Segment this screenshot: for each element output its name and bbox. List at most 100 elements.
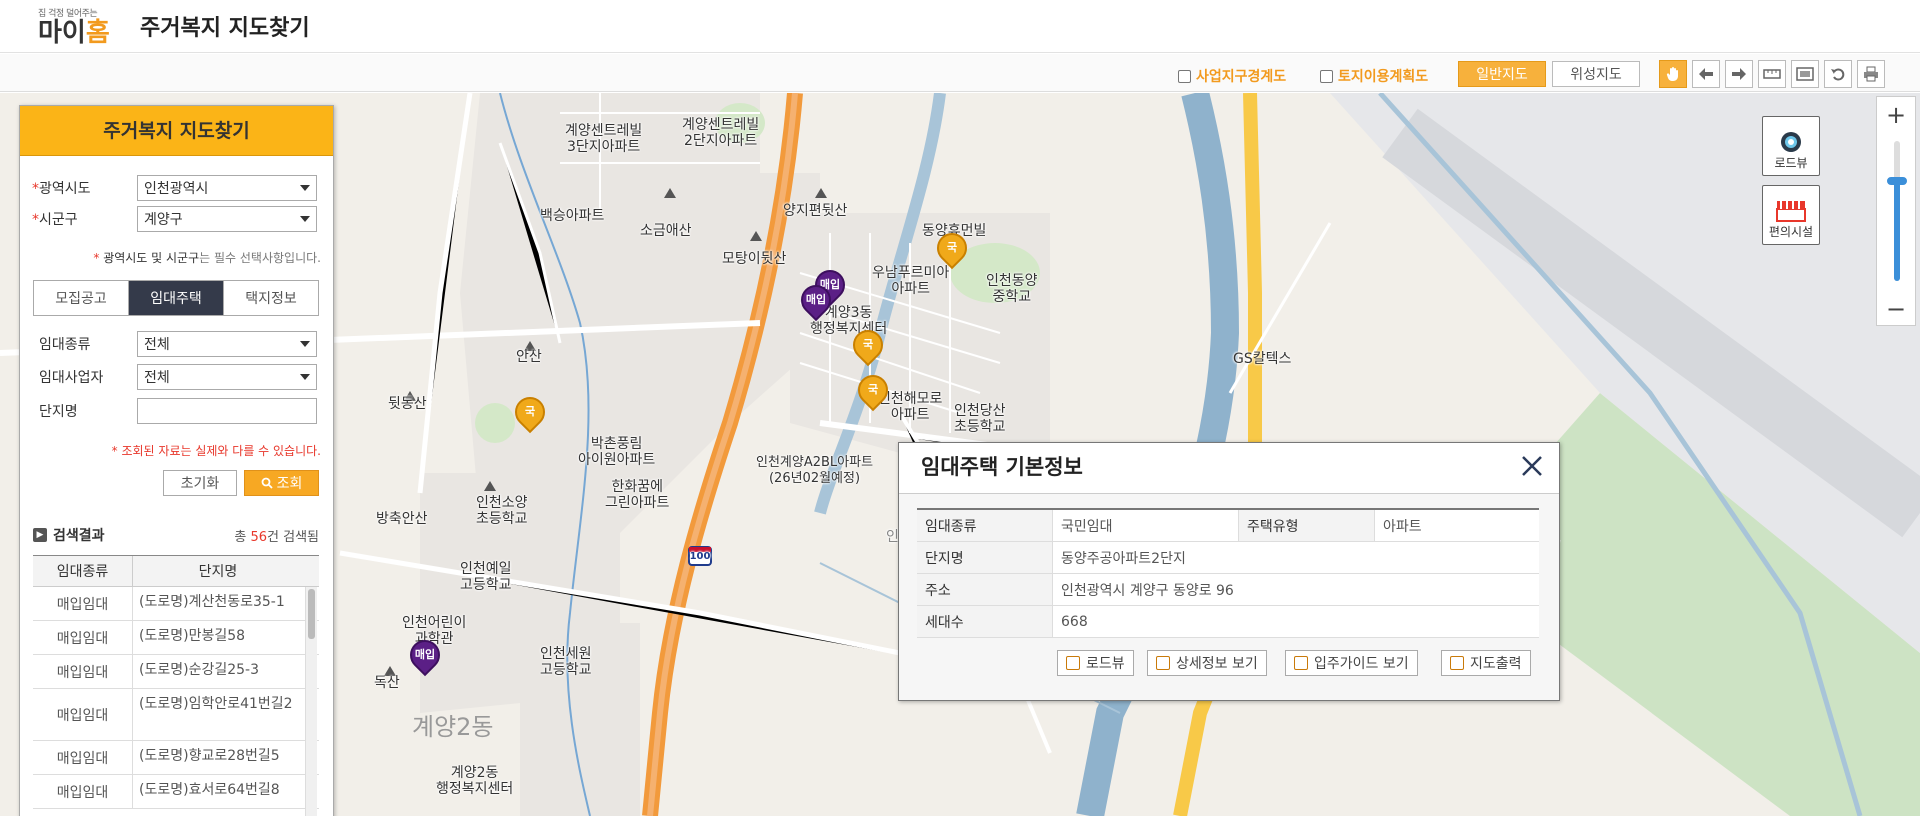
disclaimer-note: * 조회된 자료는 실제와 다를 수 있습니다. bbox=[111, 444, 321, 458]
map-label-incheon-yeil-high: 인천예일 고등학교 bbox=[460, 561, 512, 593]
rental-info-popup: 임대주택 기본정보 임대종류 국민임대 주택유형 아파트 단지명 동양주공아파트… bbox=[898, 442, 1560, 701]
tab-recruitment[interactable]: 모집공고 bbox=[34, 281, 129, 315]
info-value: 668 bbox=[1061, 613, 1088, 630]
popup-body: 임대종류 국민임대 주택유형 아파트 단지명 동양주공아파트2단지 주소 인천광… bbox=[899, 493, 1559, 700]
map-label-gs-caltex: GS칼텍스 bbox=[1233, 351, 1292, 367]
results-scrollbar[interactable] bbox=[305, 587, 317, 816]
info-label: 임대종류 bbox=[917, 510, 1053, 541]
reset-button[interactable]: 초기화 bbox=[163, 470, 237, 496]
roadview-popup-button[interactable]: 로드뷰 bbox=[1057, 650, 1134, 676]
myhome-logo[interactable]: 집 걱정 덜어주는 마이홈 bbox=[38, 4, 110, 48]
info-label: 주택유형 bbox=[1239, 510, 1375, 541]
rental-operator-select[interactable]: 전체 bbox=[137, 364, 317, 390]
district-row: *시군구 계양구 bbox=[32, 206, 327, 232]
arrow-right-icon[interactable] bbox=[1725, 60, 1753, 88]
zoom-slider-track[interactable] bbox=[1887, 141, 1907, 281]
map-label-dwitdongsan: 뒷동산 bbox=[388, 396, 427, 412]
zoom-out-button[interactable]: − bbox=[1877, 293, 1915, 325]
roadview-camera-icon bbox=[1781, 132, 1801, 152]
map-label-hanhwa-kkumui: 한화꿈에 그린아파트 bbox=[605, 479, 670, 511]
map-label-gyeyang-central-2: 계양센트레빌 2단지아파트 bbox=[682, 117, 760, 149]
column-header-complex-name: 단지명 bbox=[198, 564, 238, 580]
print-icon[interactable] bbox=[1857, 60, 1885, 88]
logo-tagline: 집 걱정 덜어주는 bbox=[38, 9, 98, 19]
checkbox-box[interactable] bbox=[1178, 69, 1191, 83]
map-label-incheon-dangsan-elem: 인천당산 초등학교 bbox=[954, 403, 1006, 435]
table-row[interactable]: 매입임대 (도로명)효서로64번길8 bbox=[33, 775, 319, 809]
table-row[interactable]: 매입임대 (도로명)향교로28번길5 bbox=[33, 741, 319, 775]
normal-map-button[interactable]: 일반지도 bbox=[1458, 61, 1546, 87]
chevron-down-icon bbox=[300, 374, 310, 380]
measure-area-icon[interactable] bbox=[1791, 60, 1819, 88]
satellite-map-button[interactable]: 위성지도 bbox=[1552, 61, 1640, 87]
complex-name-input[interactable] bbox=[137, 398, 317, 424]
store-icon bbox=[1776, 201, 1806, 222]
arrow-left-icon[interactable] bbox=[1692, 60, 1720, 88]
district-select[interactable]: 계양구 bbox=[137, 206, 317, 232]
panel-tabs: 모집공고 임대주택 택지정보 bbox=[33, 280, 319, 316]
region-select[interactable]: 인천광역시 bbox=[137, 175, 317, 201]
rental-marker-pin[interactable]: 국 bbox=[846, 323, 890, 367]
map-label-unamprimia: 우남푸르미아 아파트 bbox=[872, 265, 950, 297]
rental-type-select[interactable]: 전체 bbox=[137, 331, 317, 357]
table-row[interactable]: 매입임대 (도로명)순강길25-3 bbox=[33, 655, 319, 689]
detail-info-button[interactable]: 상세정보 보기 bbox=[1147, 650, 1267, 676]
chat-icon bbox=[1066, 656, 1080, 670]
hand-icon[interactable] bbox=[1659, 60, 1687, 88]
map-label-bakchon-pungrim: 박촌풍림 아이원아파트 bbox=[578, 436, 656, 468]
district-label: *시군구 bbox=[32, 212, 78, 228]
rental-marker-pin[interactable]: 국 bbox=[851, 368, 895, 412]
app-header: 집 걱정 덜어주는 마이홈 주거복지 지도찾기 bbox=[0, 0, 1920, 53]
measure-distance-icon[interactable] bbox=[1758, 60, 1786, 88]
map-label-gyeyang2dong: 계양2동 bbox=[412, 713, 494, 741]
search-panel: 주거복지 지도찾기 *광역시도 인천광역시 *시군구 계양구 * 광역시도 및 … bbox=[19, 105, 334, 816]
map-label-motang: 모탕이뒷산 bbox=[722, 251, 787, 267]
scrollbar-thumb[interactable] bbox=[308, 589, 315, 639]
print-icon bbox=[1450, 656, 1464, 670]
map-label-baekseung: 백승아파트 bbox=[540, 208, 605, 224]
document-edit-icon bbox=[1156, 656, 1170, 670]
checkbox-box[interactable] bbox=[1320, 69, 1333, 83]
land-use-plan-checkbox[interactable]: 토지이용계획도 bbox=[1320, 66, 1428, 86]
close-icon[interactable] bbox=[1519, 453, 1545, 479]
table-row[interactable]: 매입임대 (도로명)계산천동로35-1 bbox=[33, 587, 319, 621]
tab-land-info[interactable]: 택지정보 bbox=[224, 281, 318, 315]
play-arrow-icon: ▶ bbox=[33, 528, 47, 542]
info-label: 주소 bbox=[917, 574, 1053, 605]
info-row: 세대수 668 bbox=[917, 606, 1539, 638]
info-row: 단지명 동양주공아파트2단지 bbox=[917, 542, 1539, 574]
rental-operator-row: 임대사업자 전체 bbox=[32, 364, 327, 390]
facilities-button[interactable]: 편의시설 bbox=[1762, 185, 1820, 245]
map-label-incheon-sosang-elem: 인천소양 초등학교 bbox=[476, 495, 528, 527]
table-row[interactable]: 매입임대 (도로명)만봉길58 bbox=[33, 621, 319, 655]
info-label: 세대수 bbox=[917, 606, 1053, 637]
rental-marker-pin[interactable]: 국 bbox=[930, 226, 974, 270]
route-shield-100: 100 bbox=[689, 551, 711, 562]
map-label-incheon-dongyang-mid: 인천동양 중학교 bbox=[986, 273, 1038, 305]
chevron-down-icon bbox=[300, 185, 310, 191]
info-table: 임대종류 국민임대 주택유형 아파트 단지명 동양주공아파트2단지 주소 인천광… bbox=[917, 508, 1539, 638]
tab-rental-housing[interactable]: 임대주택 bbox=[129, 281, 224, 315]
complex-name-row: 단지명 bbox=[32, 398, 327, 424]
undo-icon[interactable] bbox=[1824, 60, 1852, 88]
project-boundary-checkbox[interactable]: 사업지구경계도 bbox=[1178, 66, 1286, 86]
print-map-button[interactable]: 지도출력 bbox=[1441, 650, 1531, 676]
map-label-gyeyang2dong-center: 계양2동 행정복지센터 bbox=[436, 765, 514, 797]
zoom-slider-handle[interactable] bbox=[1887, 177, 1907, 185]
zoom-in-button[interactable]: + bbox=[1877, 99, 1915, 131]
search-icon bbox=[261, 477, 273, 489]
purchase-rental-marker-pin[interactable]: 매입 bbox=[794, 278, 838, 322]
rental-marker-pin[interactable]: 국 bbox=[508, 390, 552, 434]
search-button[interactable]: 조회 bbox=[244, 470, 319, 496]
purchase-rental-marker-pin[interactable]: 매입 bbox=[403, 633, 447, 677]
map-label-bangchukansan: 방축안산 bbox=[376, 511, 428, 527]
move-in-guide-button[interactable]: 입주가이드 보기 bbox=[1285, 650, 1418, 676]
roadview-button[interactable]: 로드뷰 bbox=[1762, 116, 1820, 176]
panel-title: 주거복지 지도찾기 bbox=[20, 106, 333, 156]
rental-type-label: 임대종류 bbox=[39, 337, 91, 353]
help-icon bbox=[1294, 656, 1308, 670]
results-label: ▶ 검색결과 bbox=[33, 525, 105, 545]
map-label-gyeyang-central-3: 계양센트레빌 3단지아파트 bbox=[565, 123, 643, 155]
table-row[interactable]: 매입임대 (도로명)임학안로41번길2 bbox=[33, 689, 319, 741]
required-note: * 광역시도 및 시군구는 필수 선택사항입니다. bbox=[93, 251, 321, 265]
